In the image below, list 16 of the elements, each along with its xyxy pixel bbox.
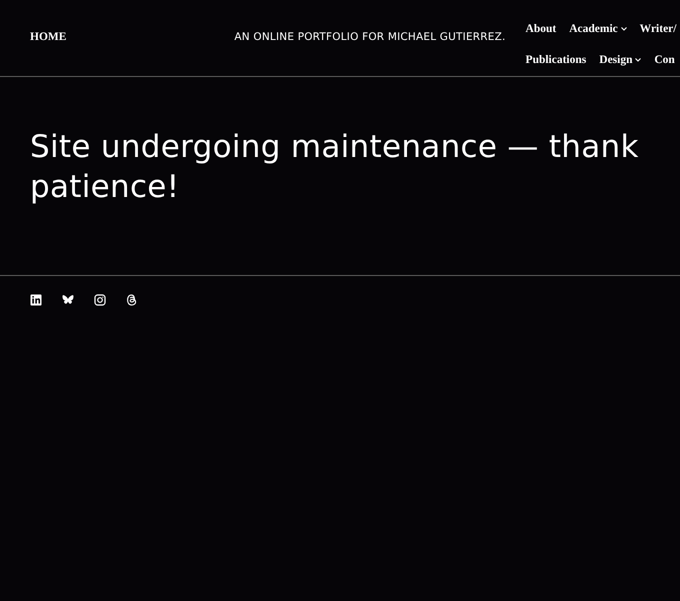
- nav-link[interactable]: Writer/: [640, 20, 676, 38]
- page-heading: patience!: [30, 168, 180, 207]
- nav-link[interactable]: Academic: [569, 20, 627, 38]
- nav-link[interactable]: Con: [654, 52, 675, 70]
- nav-link[interactable]: About: [526, 20, 556, 38]
- butterfly-icon[interactable]: [62, 294, 74, 306]
- page-heading: Site undergoing maintenance — thank: [30, 128, 640, 167]
- home-link[interactable]: HOME: [30, 29, 66, 47]
- site-tagline: AN ONLINE PORTFOLIO FOR MICHAEL GUTIERREZ.: [234, 30, 506, 46]
- nav-link[interactable]: Publications: [526, 52, 586, 70]
- chevron-down-icon: [620, 27, 627, 32]
- camera-icon[interactable]: [94, 294, 106, 306]
- linkedin-icon[interactable]: [30, 294, 42, 306]
- nav-link[interactable]: Design: [599, 52, 642, 70]
- chevron-down-icon: [635, 58, 642, 62]
- at-sign-icon[interactable]: [126, 294, 138, 306]
